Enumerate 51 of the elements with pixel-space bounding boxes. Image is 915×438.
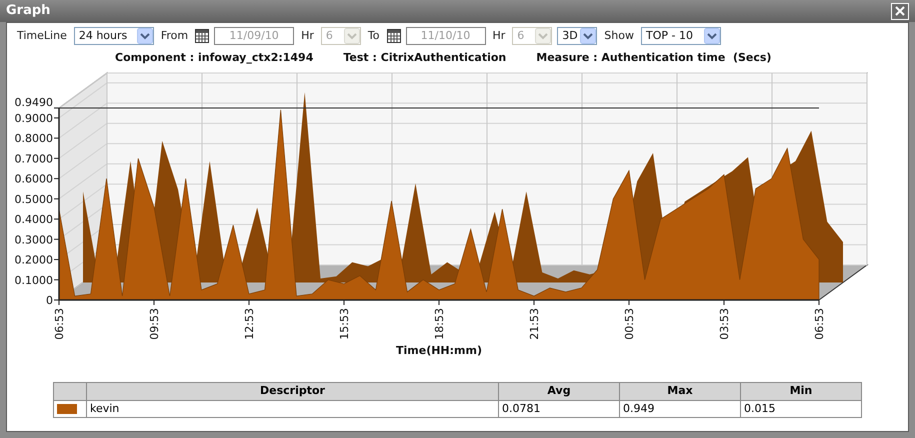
caret-icon — [535, 28, 552, 44]
axis-label: 0 — [46, 294, 53, 307]
axis-label: 0.9490 — [14, 96, 53, 109]
dropdown[interactable]: 3D — [557, 27, 598, 45]
column-header: Avg — [498, 382, 620, 400]
chart-caption: Test : CitrixAuthentication — [343, 50, 506, 66]
axis-label: 0.7000 — [14, 152, 53, 166]
axis-label: 09:53 — [148, 308, 161, 340]
axis-label: 0.8000 — [14, 132, 53, 146]
axis-label: 0.9000 — [14, 112, 53, 125]
field-label: From — [160, 28, 190, 44]
table-cell: 0.0781 — [498, 400, 620, 418]
close-button[interactable] — [891, 2, 909, 20]
axis-label: 0.2000 — [14, 254, 53, 267]
column-header: Descriptor — [86, 382, 498, 400]
calendar-icon[interactable] — [195, 29, 210, 43]
caret-icon — [136, 28, 153, 44]
close-icon — [895, 6, 905, 16]
axis-label: 0.1000 — [14, 274, 53, 287]
axis-label: 15:53 — [338, 308, 351, 340]
field-label: Show — [603, 28, 635, 44]
caret-icon — [704, 28, 720, 44]
axis-label: 03:53 — [718, 308, 731, 340]
axis-label: 00:53 — [623, 308, 636, 340]
caret-icon — [344, 28, 360, 44]
calendar-icon[interactable] — [386, 29, 400, 43]
caret-icon — [580, 28, 596, 44]
chart-caption: Measure : Authentication time (Secs) — [536, 50, 772, 66]
chart-caption: Component : infoway_ctx2:1494 — [115, 50, 314, 66]
window-title: Graph — [6, 2, 50, 20]
field-label: To — [366, 28, 380, 44]
field-label: Hr — [300, 28, 315, 44]
table-cell: 0.949 — [620, 400, 740, 418]
dropdown[interactable]: TOP - 10 — [640, 27, 721, 45]
axis-label: 0.3000 — [14, 233, 53, 246]
column-header: Min — [740, 382, 862, 400]
axis-label: 06:53 — [813, 308, 826, 340]
table-cell: kevin — [86, 400, 498, 418]
axis-label: 0.4000 — [14, 213, 53, 226]
axis-label: 18:53 — [433, 308, 446, 340]
axis-label: 12:53 — [243, 308, 256, 340]
axis-label: 06:53 — [53, 308, 66, 340]
axis-label: 0.5000 — [14, 192, 53, 206]
axis-title: Time(HH:mm) — [396, 344, 482, 357]
table-cell: 0.015 — [740, 400, 862, 418]
field-label: Hr — [492, 28, 506, 44]
dropdown[interactable]: 24 hours — [74, 27, 154, 45]
field-label: TimeLine — [16, 28, 68, 44]
axis-label: 0.6000 — [14, 172, 53, 186]
column-header: Max — [620, 382, 740, 400]
axis-label: 21:53 — [528, 308, 541, 340]
